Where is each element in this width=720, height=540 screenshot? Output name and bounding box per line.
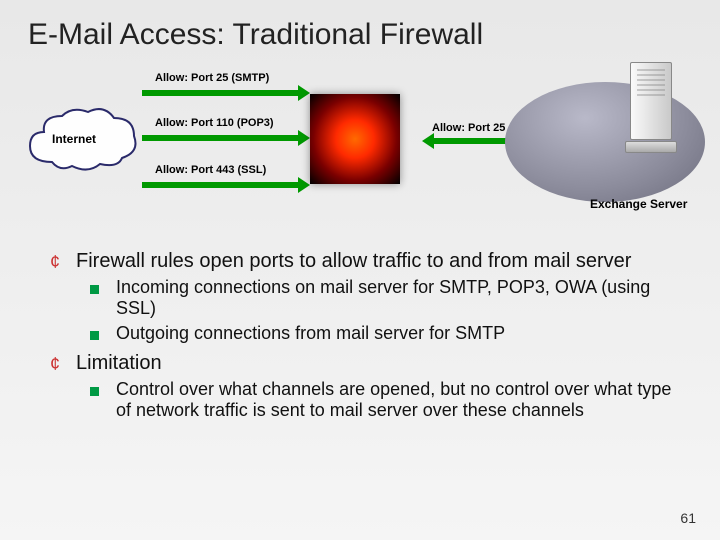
internet-label: Internet xyxy=(52,132,96,146)
bullet-limitation: Limitation xyxy=(50,352,690,375)
exchange-server-label: Exchange Server xyxy=(590,197,687,211)
slide-body: Firewall rules open ports to allow traff… xyxy=(0,232,720,421)
subbullet-limitation-detail: Control over what channels are opened, b… xyxy=(90,379,690,421)
allow-port-110-pop3-label: Allow: Port 110 (POP3) xyxy=(155,117,274,129)
allow-port-25-out-label: Allow: Port 25 xyxy=(432,122,505,134)
arrow-in-ssl xyxy=(142,182,300,188)
bullet-firewall-rules: Firewall rules open ports to allow traff… xyxy=(50,250,690,273)
slide-number: 61 xyxy=(680,510,696,526)
server-icon xyxy=(630,62,672,157)
arrow-in-smtp xyxy=(142,90,300,96)
subbullet-incoming: Incoming connections on mail server for … xyxy=(90,277,690,319)
slide-title: E-Mail Access: Traditional Firewall xyxy=(0,0,720,52)
subbullet-outgoing: Outgoing connections from mail server fo… xyxy=(90,323,690,344)
network-diagram: Internet Allow: Port 25 (SMTP) Allow: Po… xyxy=(0,62,720,232)
firewall-icon xyxy=(310,94,400,184)
internet-cloud: Internet xyxy=(22,102,142,177)
allow-port-443-ssl-label: Allow: Port 443 (SSL) xyxy=(155,164,266,176)
arrow-in-pop3 xyxy=(142,135,300,141)
allow-port-25-smtp-label: Allow: Port 25 (SMTP) xyxy=(155,72,269,84)
